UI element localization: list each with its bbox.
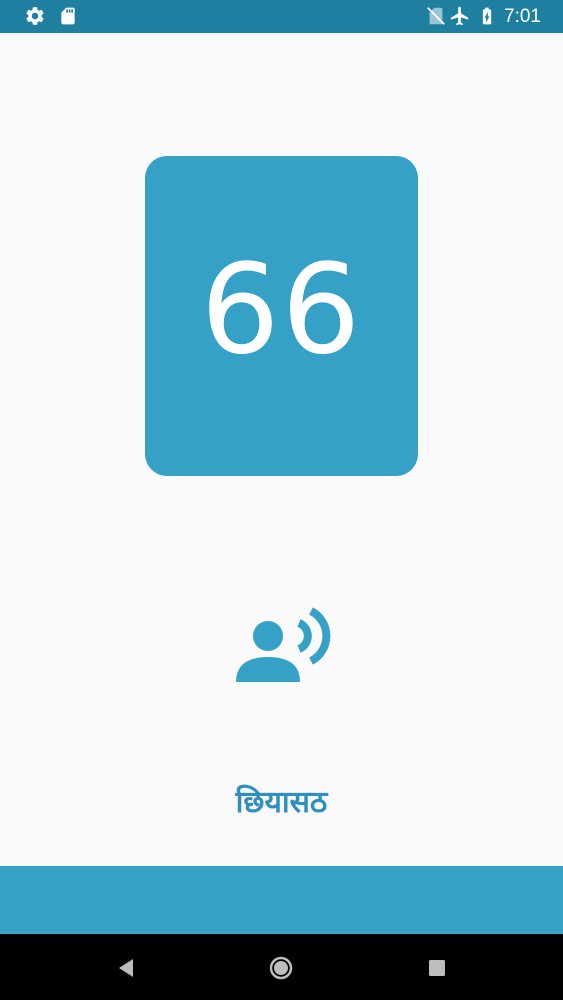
no-sim-icon <box>427 7 445 25</box>
number-word: छियासठ <box>235 785 328 820</box>
gear-icon <box>26 7 44 25</box>
main-content: 66 छियासठ <box>0 33 563 866</box>
record-voice-icon[interactable] <box>228 600 334 690</box>
airplane-mode-icon <box>450 6 469 26</box>
bottom-bar <box>0 866 563 934</box>
number-value: 66 <box>200 238 363 382</box>
navigation-bar <box>0 934 563 1000</box>
sd-card-icon <box>61 7 75 25</box>
status-time: 7:01 <box>504 6 541 27</box>
home-icon[interactable] <box>265 952 297 984</box>
back-icon[interactable] <box>110 952 142 984</box>
number-card: 66 <box>145 156 418 476</box>
status-bar: 7:01 <box>0 0 563 33</box>
battery-charging-icon <box>482 7 492 25</box>
recents-icon[interactable] <box>421 952 453 984</box>
